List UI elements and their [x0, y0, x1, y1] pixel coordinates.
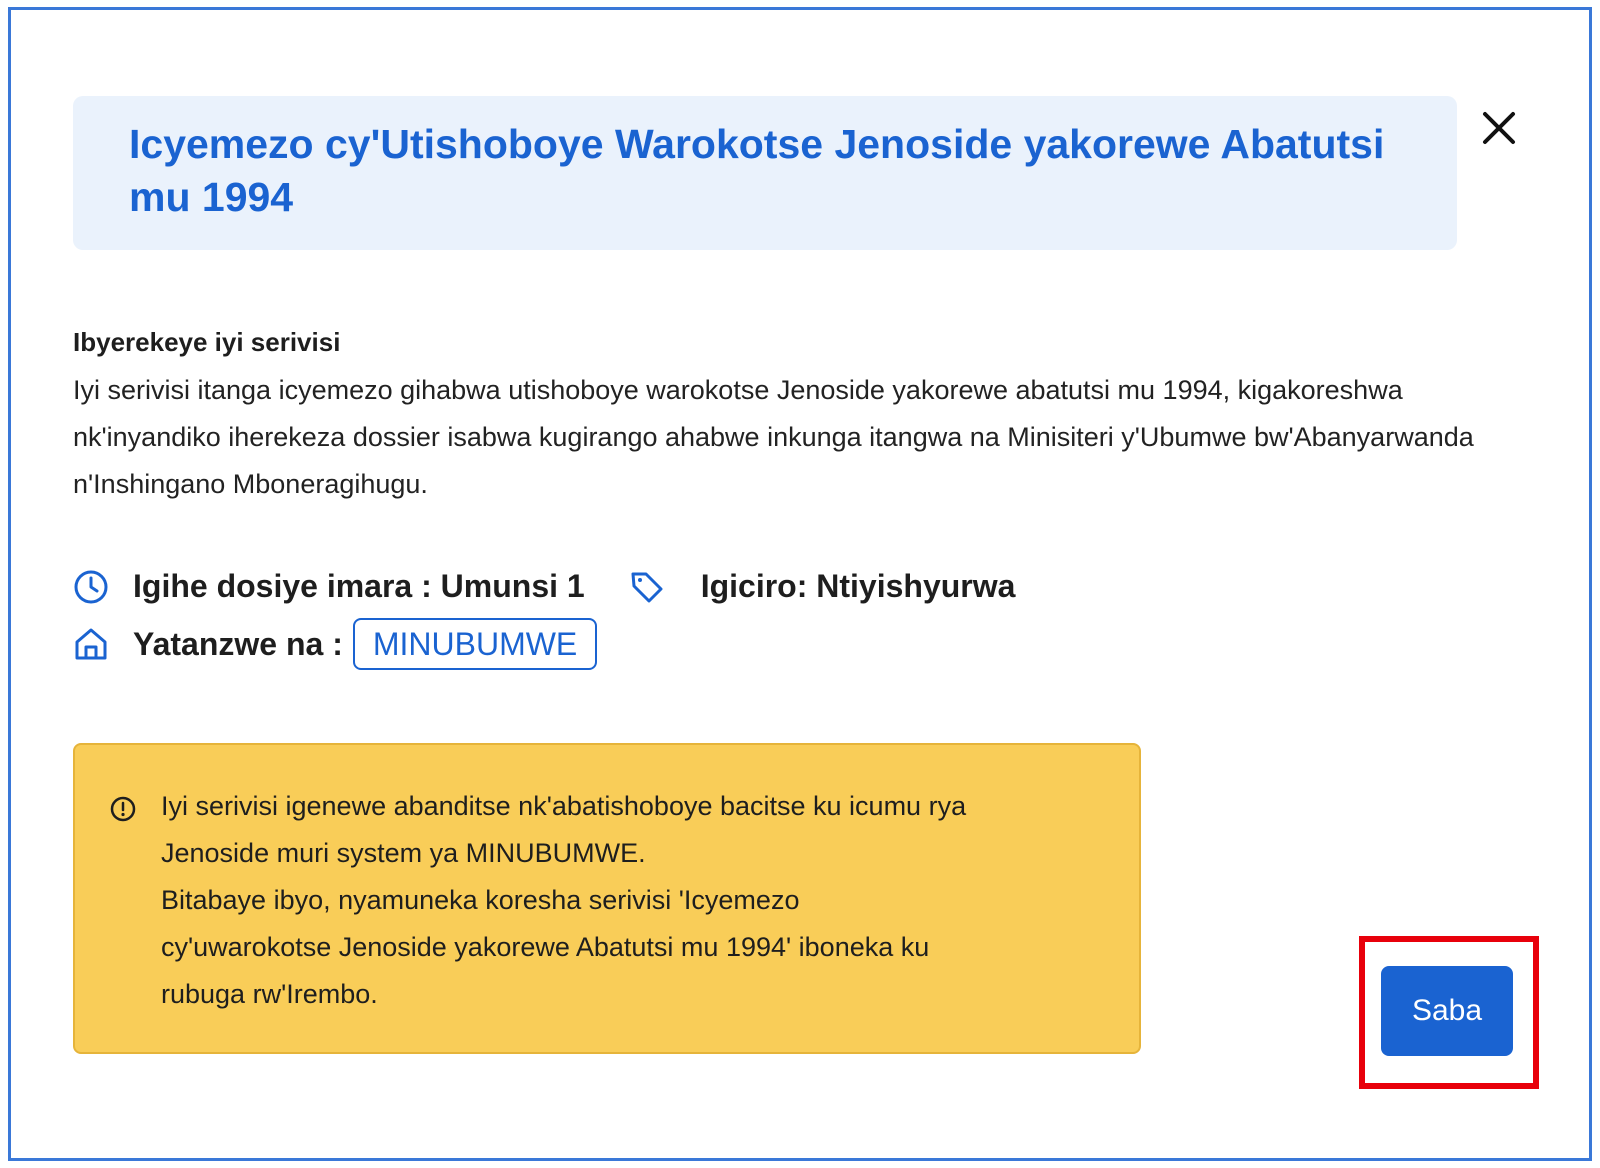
service-price: Igiciro: Ntiyishyurwa — [700, 568, 1016, 604]
provider-badge: MINUBUMWE — [352, 618, 598, 670]
warning-message: Iyi serivisi igenewe abanditse nk'abatis… — [161, 791, 967, 1009]
clock-icon — [73, 569, 109, 605]
service-meta-row: Igihe dosiye imara : Umunsi 1 Igiciro: N… — [73, 568, 1015, 605]
processing-duration: Igihe dosiye imara : Umunsi 1 — [133, 568, 585, 604]
info-circle-icon — [109, 795, 137, 823]
provider-row: Yatanzwe na : MINUBUMWE — [73, 618, 598, 670]
about-heading: Ibyerekeye iyi serivisi — [73, 327, 341, 357]
modal-dialog: Icyemezo cy'Utishoboye Warokotse Jenosid… — [8, 7, 1592, 1161]
modal-header: Icyemezo cy'Utishoboye Warokotse Jenosid… — [73, 96, 1457, 250]
tag-icon — [629, 569, 665, 605]
modal-title: Icyemezo cy'Utishoboye Warokotse Jenosid… — [129, 121, 1385, 220]
apply-button[interactable]: Saba — [1381, 966, 1513, 1056]
about-description: Iyi serivisi itanga icyemezo gihabwa uti… — [73, 375, 1474, 499]
provider-label: Yatanzwe na : — [133, 625, 343, 662]
close-icon — [1483, 112, 1515, 144]
eligibility-warning: Iyi serivisi igenewe abanditse nk'abatis… — [73, 743, 1141, 1054]
close-button[interactable] — [1479, 108, 1519, 148]
home-icon — [73, 626, 109, 662]
